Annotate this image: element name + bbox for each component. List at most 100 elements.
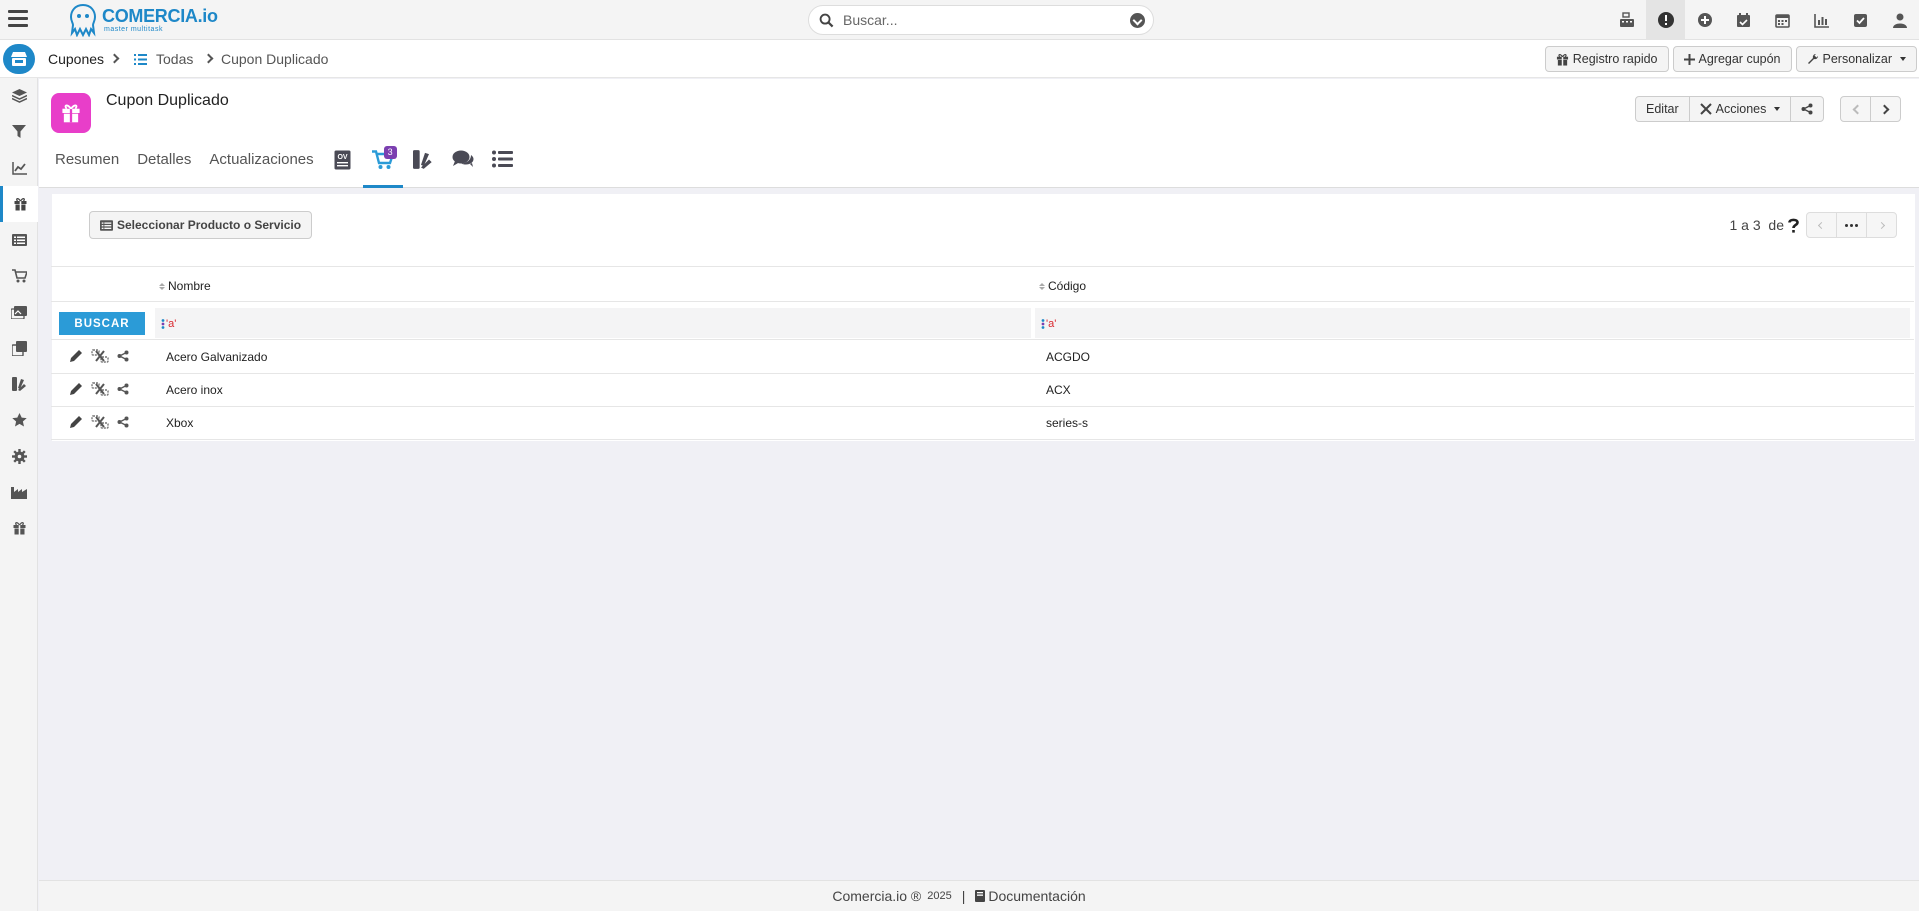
unlink-icon[interactable]: [91, 349, 109, 363]
question-icon[interactable]: [1788, 218, 1799, 233]
column-header-code[interactable]: Código: [1039, 279, 1086, 293]
filter-operator-icon: [161, 319, 165, 329]
previous-record-button[interactable]: [1840, 96, 1871, 122]
cell-code: ACX: [1046, 383, 1071, 397]
filter-row: BUSCAR 'a' 'a': [51, 302, 1914, 340]
tab-products[interactable]: 3: [362, 144, 403, 188]
name-filter-input[interactable]: 'a': [155, 308, 1031, 338]
table-header: Nombre Código: [51, 266, 1914, 302]
tab-summary[interactable]: Resumen: [55, 144, 128, 188]
quick-register-label: Registro rapido: [1572, 52, 1658, 66]
cart-icon: [11, 269, 27, 283]
customize-button[interactable]: Personalizar: [1795, 46, 1917, 72]
cell-name: Xbox: [166, 416, 194, 430]
previous-page-button[interactable]: [1806, 212, 1837, 238]
checkbox-icon[interactable]: [1841, 0, 1880, 40]
cell-code: ACGDO: [1046, 350, 1091, 364]
share-icon[interactable]: [117, 383, 129, 395]
actions-label: Acciones: [1715, 102, 1767, 116]
add-coupon-button[interactable]: Agregar cupón: [1672, 46, 1792, 72]
share-icon: [1801, 103, 1813, 115]
share-button[interactable]: [1790, 96, 1825, 122]
sidebar-item-list[interactable]: [0, 222, 38, 258]
alert-icon[interactable]: [1646, 0, 1685, 40]
breadcrumb-separator-icon: [109, 53, 120, 64]
edit-pencil-icon[interactable]: [69, 382, 83, 396]
footer: Comercia.io ® 2025 | Documentación: [39, 880, 1919, 911]
global-search: [808, 5, 1154, 35]
calendar-check-icon[interactable]: [1724, 0, 1763, 40]
unlink-icon[interactable]: [91, 415, 109, 429]
column-header-name[interactable]: Nombre: [159, 279, 211, 293]
products-panel: Seleccionar Producto o Servicio 1 a 3 de…: [51, 194, 1915, 441]
unlink-icon[interactable]: [91, 382, 109, 396]
tab-quote[interactable]: OV: [323, 144, 363, 188]
sidebar-item-coupons[interactable]: [0, 186, 38, 222]
tab-comments[interactable]: [443, 144, 483, 188]
logo-text: COMERCIA.io: [102, 6, 218, 26]
share-icon[interactable]: [117, 416, 129, 428]
sidebar-item-gifts[interactable]: [0, 510, 38, 546]
hamburger-menu-icon[interactable]: [8, 10, 28, 28]
more-pages-button[interactable]: [1836, 212, 1867, 238]
list-icon: [134, 54, 147, 65]
chart-line-icon: [11, 161, 27, 175]
breadcrumb-bar: Cupones Todas Cupon Duplicado Registro r…: [0, 40, 1919, 78]
record-title: Cupon Duplicado: [106, 92, 229, 109]
chevron-left-icon: [1817, 221, 1826, 229]
layers-icon: [11, 89, 27, 103]
sidebar-item-layers[interactable]: [0, 78, 38, 114]
search-icon: [819, 13, 834, 28]
search-input[interactable]: [843, 10, 1113, 30]
calendar-icon[interactable]: [1763, 0, 1802, 40]
edit-button[interactable]: Editar: [1635, 96, 1690, 122]
breadcrumb-separator-icon: [203, 53, 214, 64]
app-logo[interactable]: COMERCIA.io master multitask: [66, 2, 226, 38]
table-row: Acero Galvanizado ACGDO: [51, 341, 1914, 374]
products-count-badge: 3: [383, 146, 397, 159]
tab-updates[interactable]: Actualizaciones: [200, 144, 322, 188]
search-options-dropdown-icon[interactable]: [1130, 13, 1145, 28]
select-product-button[interactable]: Seleccionar Producto o Servicio: [89, 211, 313, 239]
cash-register-icon[interactable]: [1607, 0, 1646, 40]
store-home-button[interactable]: [3, 44, 35, 74]
filter-icon: [12, 125, 26, 138]
sidebar-item-chart[interactable]: [0, 150, 38, 186]
plus-circle-icon[interactable]: [1685, 0, 1724, 40]
edit-pencil-icon[interactable]: [69, 349, 83, 363]
sidebar-item-copy[interactable]: [0, 330, 38, 366]
share-icon[interactable]: [117, 350, 129, 362]
code-filter-input[interactable]: 'a': [1035, 308, 1910, 338]
record-type-badge: [51, 93, 91, 133]
actions-dropdown-button[interactable]: Acciones: [1688, 96, 1792, 122]
sidebar-item-industry[interactable]: [0, 474, 38, 510]
quick-register-button[interactable]: Registro rapido: [1544, 46, 1669, 72]
sidebar-item-cart[interactable]: [0, 258, 38, 294]
top-bar: COMERCIA.io master multitask: [0, 0, 1919, 40]
plus-icon: [1683, 53, 1695, 65]
tab-swatches[interactable]: [403, 144, 443, 188]
breadcrumb-cupones[interactable]: Cupones: [48, 51, 104, 67]
documentation-link[interactable]: Documentación: [975, 888, 1086, 904]
edit-pencil-icon[interactable]: [69, 415, 83, 429]
edit-label: Editar: [1646, 102, 1679, 116]
sidebar-item-images[interactable]: [0, 294, 38, 330]
tab-list[interactable]: [483, 144, 523, 188]
next-record-button[interactable]: [1870, 96, 1901, 122]
industry-icon: [11, 487, 27, 499]
filter-operator-icon: [1041, 319, 1045, 329]
column-header-code-label: Código: [1048, 279, 1087, 293]
search-button[interactable]: BUSCAR: [59, 312, 145, 335]
tab-details[interactable]: Detalles: [128, 144, 200, 188]
cell-code: series-s: [1046, 416, 1089, 430]
breadcrumb-todas[interactable]: Todas: [156, 51, 193, 67]
cell-name: Acero inox: [166, 383, 223, 397]
sidebar-item-filter[interactable]: [0, 114, 38, 150]
sidebar-item-swatch[interactable]: [0, 366, 38, 402]
footer-year: 2025: [927, 890, 952, 902]
next-page-button[interactable]: [1866, 212, 1897, 238]
sidebar-item-star[interactable]: [0, 402, 38, 438]
bar-chart-icon[interactable]: [1802, 0, 1841, 40]
sidebar-item-settings[interactable]: [0, 438, 38, 474]
user-icon[interactable]: [1880, 0, 1919, 40]
